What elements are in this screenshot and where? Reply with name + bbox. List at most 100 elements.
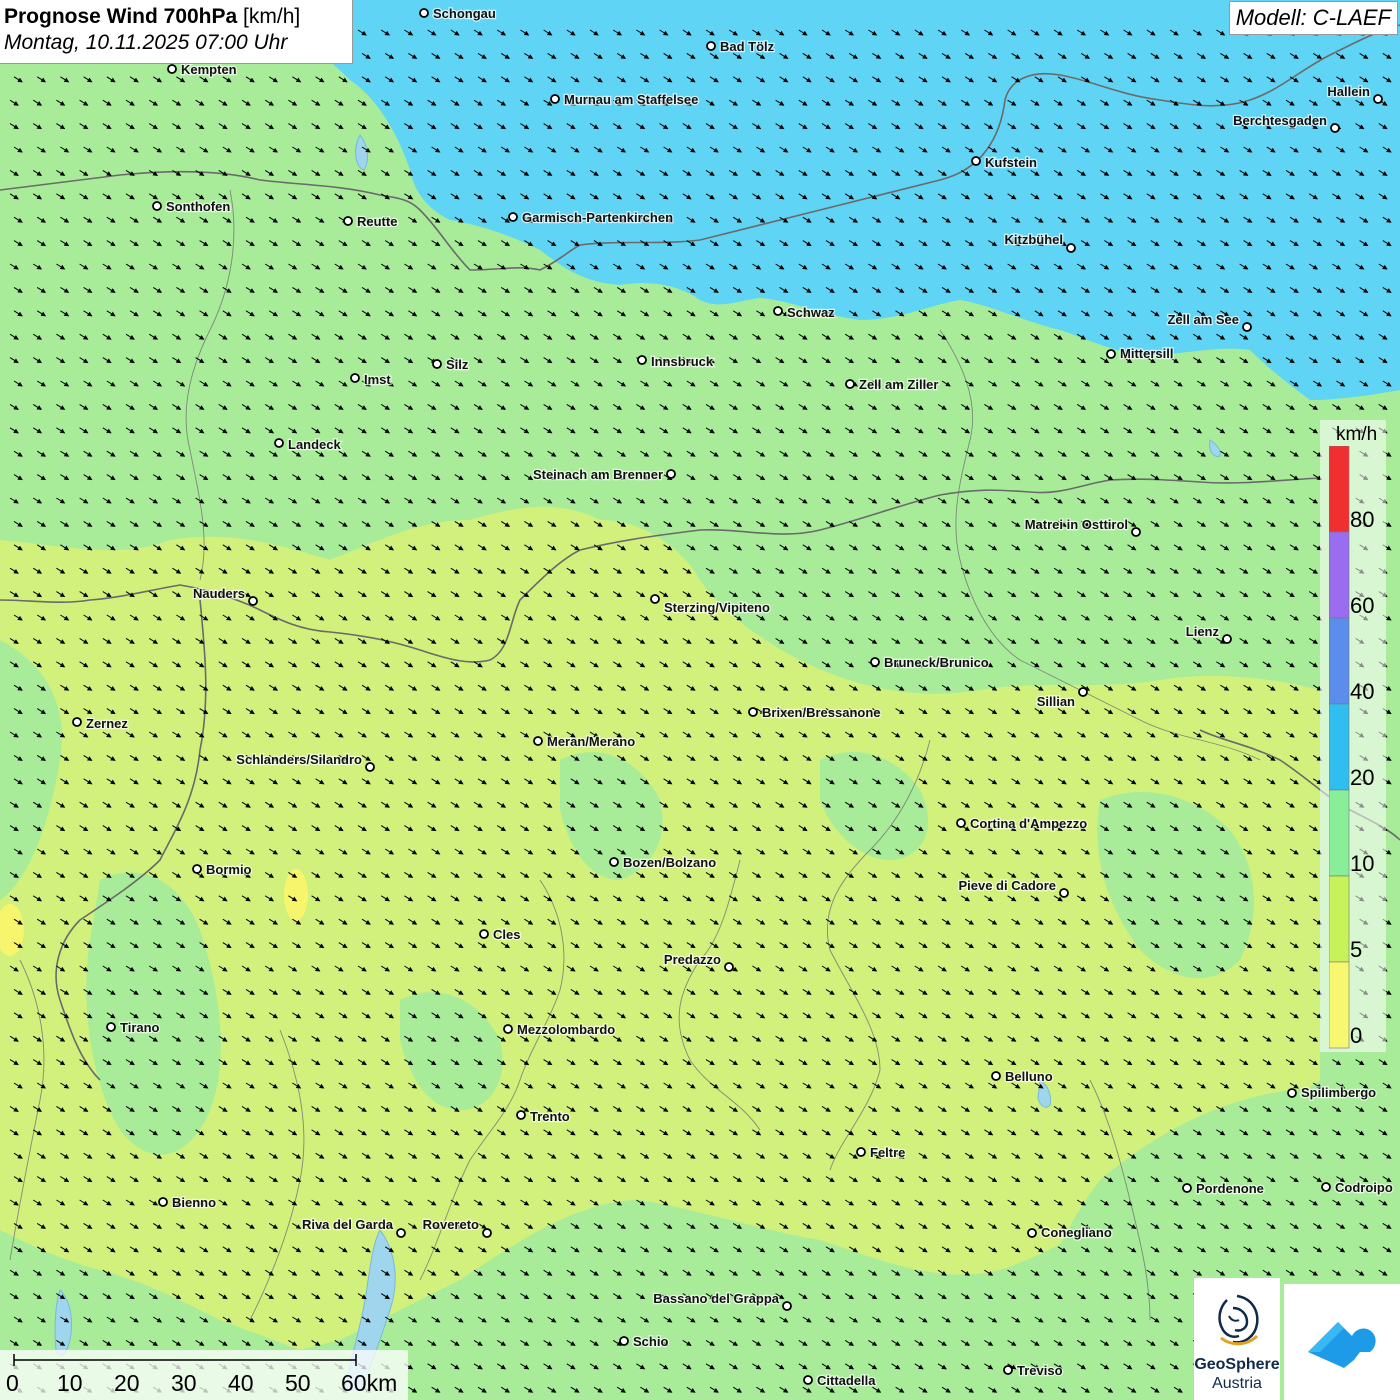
city-marker[interactable]: Bozen/Bolzano	[609, 854, 717, 871]
geosphere-logo[interactable]: GeoSphere Austria	[1194, 1278, 1280, 1400]
city-label: Riva del Garda	[302, 1217, 394, 1232]
legend-tick: 10	[1350, 851, 1375, 876]
city-label: Treviso	[1017, 1363, 1063, 1378]
title-unit: [km/h]	[243, 5, 301, 28]
city-dot	[479, 929, 489, 939]
city-dot	[365, 762, 375, 772]
city-dot	[1131, 527, 1141, 537]
city-label: Sonthofen	[166, 199, 230, 214]
legend-band-5	[1329, 875, 1350, 963]
legend-tick: 40	[1350, 679, 1375, 704]
logo-subname: Austria	[1212, 1375, 1262, 1392]
legend-band-10	[1329, 789, 1350, 877]
city-dot	[106, 1022, 116, 1032]
city-dot	[419, 8, 429, 18]
city-marker[interactable]: Garmisch-Partenkirchen	[508, 209, 674, 226]
city-label: Pieve di Cadore	[958, 878, 1056, 893]
city-dot	[396, 1228, 406, 1238]
city-dot	[870, 657, 880, 667]
city-label: Spilimbergo	[1301, 1085, 1376, 1100]
city-dot	[152, 201, 162, 211]
legend-band-60	[1329, 531, 1350, 619]
city-dot	[1222, 634, 1232, 644]
city-dot	[1330, 123, 1340, 133]
city-marker[interactable]: Zell am Ziller	[845, 376, 940, 393]
cloud-arrow-icon	[1308, 1322, 1376, 1368]
city-label: Zell am Ziller	[859, 377, 938, 392]
city-dot	[516, 1110, 526, 1120]
city-dot	[773, 306, 783, 316]
city-label: Mittersill	[1120, 346, 1173, 361]
city-label: Schlanders/Silandro	[236, 752, 362, 767]
city-dot	[343, 216, 353, 226]
scale-label: 20	[114, 1370, 140, 1396]
city-label: Schio	[633, 1334, 668, 1349]
city-dot	[533, 736, 543, 746]
city-label: Bozen/Bolzano	[623, 855, 716, 870]
wind-map[interactable]: Schongau Bad Tölz Kempten Murnau am Staffel…	[0, 0, 1400, 1400]
city-label: Berchtesgaden	[1233, 113, 1327, 128]
city-marker[interactable]: Cortina d'Ampezzo	[956, 815, 1089, 832]
legend-tick: 80	[1350, 507, 1375, 532]
city-label: Tirano	[120, 1020, 160, 1035]
city-dot	[991, 1071, 1001, 1081]
city-label: Bad Tölz	[720, 39, 775, 54]
city-label: Bassano del Grappa	[653, 1291, 779, 1306]
map-title: Prognose Wind 700hPa	[4, 5, 238, 28]
city-label: Kitzbühel	[1005, 232, 1064, 247]
city-dot	[1182, 1183, 1192, 1193]
city-marker[interactable]: Bruneck/Brunico	[870, 654, 990, 671]
city-dot	[650, 594, 660, 604]
city-dot	[748, 707, 758, 717]
legend-tick: 20	[1350, 765, 1375, 790]
city-dot	[782, 1301, 792, 1311]
city-label: Silz	[446, 357, 469, 372]
legend-band-80	[1329, 446, 1350, 533]
city-label: Cles	[493, 927, 520, 942]
city-label: Reutte	[357, 214, 397, 229]
city-label: Nauders	[193, 586, 245, 601]
city-marker[interactable]: Murnau am Staffelsee	[550, 91, 700, 108]
scale-ruler	[13, 1354, 357, 1366]
city-label: Cittadella	[817, 1373, 876, 1388]
city-label: Zell am See	[1167, 312, 1239, 327]
scale-label: 0	[6, 1370, 19, 1396]
city-dot	[971, 156, 981, 166]
city-dot	[503, 1024, 513, 1034]
geosphere-emblem-icon	[1218, 1294, 1259, 1346]
city-label: Innsbruck	[651, 354, 714, 369]
city-label: Codroipo	[1335, 1180, 1393, 1195]
logo-name: GeoSphere	[1194, 1356, 1280, 1373]
city-dot	[956, 818, 966, 828]
city-label: Meran/Merano	[547, 734, 635, 749]
scale-label: 50	[285, 1370, 311, 1396]
city-dot	[1059, 888, 1069, 898]
legend-band-20	[1329, 703, 1350, 791]
scale-label: 30	[171, 1370, 197, 1396]
city-dot	[1003, 1365, 1013, 1375]
forecast-datetime: Montag, 10.11.2025 07:00 Uhr	[4, 31, 288, 54]
app-logo[interactable]	[1284, 1284, 1400, 1400]
model-label: Modell: C-LAEF	[1228, 1, 1398, 35]
city-label: Cortina d'Ampezzo	[970, 816, 1087, 831]
city-marker[interactable]: Conegliano	[1027, 1224, 1113, 1241]
city-dot	[1106, 349, 1116, 359]
city-label: Bienno	[172, 1195, 216, 1210]
city-label: Pordenone	[1196, 1181, 1264, 1196]
city-dot	[248, 596, 258, 606]
scale-label: 10	[57, 1370, 83, 1396]
city-label: Rovereto	[423, 1217, 479, 1232]
city-marker[interactable]: Brixen/Bressanone	[748, 704, 882, 721]
city-label: Matrei in Osttirol	[1025, 517, 1128, 532]
city-marker[interactable]: Mezzolombardo	[503, 1021, 617, 1038]
city-marker[interactable]: Pordenone	[1182, 1180, 1265, 1197]
city-label: Predazzo	[664, 952, 721, 967]
city-label: Kufstein	[985, 155, 1037, 170]
city-label: Garmisch-Partenkirchen	[522, 210, 673, 225]
city-dot	[1078, 687, 1088, 697]
city-marker[interactable]: Spilimbergo	[1287, 1084, 1377, 1101]
city-label: Belluno	[1005, 1069, 1053, 1084]
city-marker[interactable]: Steinach am Brenner	[532, 466, 676, 483]
city-label: Mezzolombardo	[517, 1022, 615, 1037]
city-marker[interactable]: Meran/Merano	[533, 733, 636, 750]
